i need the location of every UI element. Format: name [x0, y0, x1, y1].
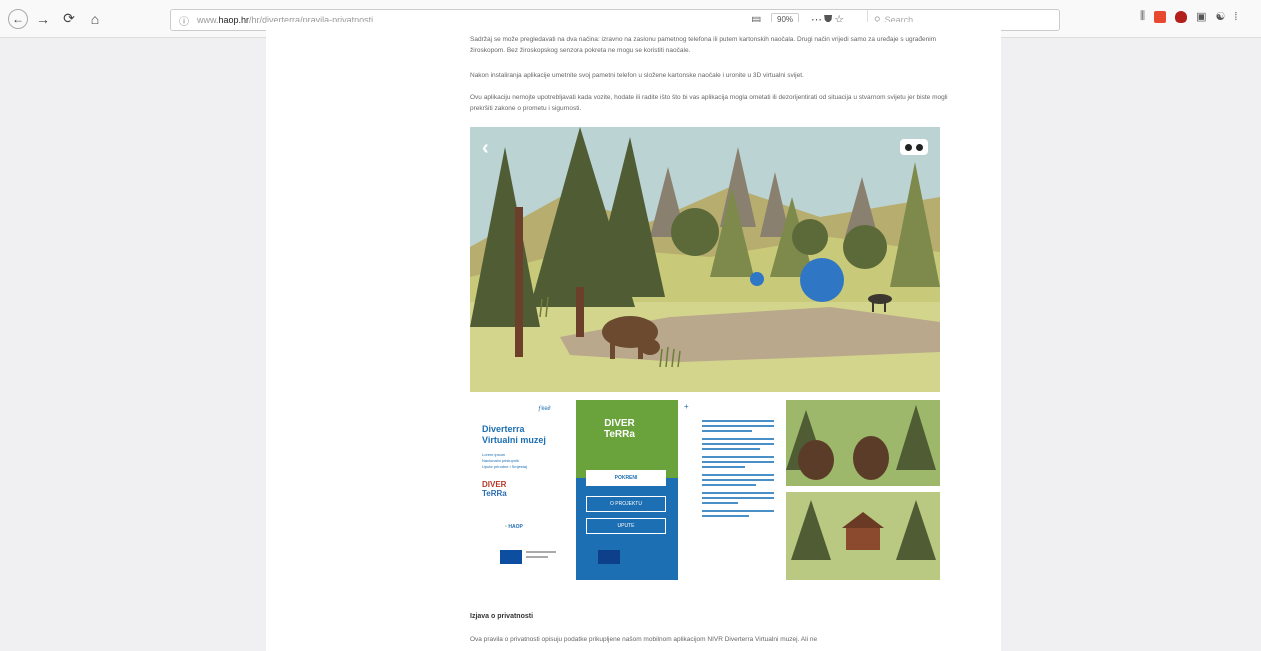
menu-icon[interactable]: ⁞ [1234, 11, 1237, 23]
logo-mark: ƒke∂ [538, 406, 551, 412]
sync-icon[interactable]: ☯ [1215, 10, 1225, 23]
help-button[interactable]: UPUTE [586, 518, 666, 534]
diverterra-logo: DIVER TeRRa [482, 480, 507, 498]
info-icon[interactable]: ⓘ [179, 13, 189, 28]
sidebar-icon[interactable]: ▣ [1196, 10, 1206, 23]
ublock-icon[interactable] [1175, 10, 1188, 23]
forward-icon[interactable]: → [32, 8, 54, 30]
library-icon[interactable]: ⫼ [1140, 10, 1145, 23]
eu-caption [526, 551, 556, 553]
about-button[interactable]: O PROJEKTU [586, 496, 666, 512]
mockup-card-instructions: + [682, 400, 780, 580]
instruction-text-lines [702, 420, 774, 517]
chevron-left-icon[interactable]: ‹ [482, 137, 489, 160]
app-mockups: ƒke∂ Diverterra Virtualni muzej Lorem ip… [470, 400, 940, 580]
start-button[interactable]: POKRENI [586, 470, 666, 486]
extension-icon[interactable] [1154, 10, 1167, 23]
back-icon[interactable]: ← [8, 8, 28, 29]
page-content: Sadržaj se može pregledavati na dva nači… [266, 22, 1001, 651]
paragraph: Nakon instaliranja aplikacije umetnite s… [470, 72, 804, 79]
vr-cardboard-icon[interactable] [900, 139, 928, 155]
eu-flag-icon [500, 550, 522, 564]
paragraph: Ovu aplikaciju nemojte upotrebljavati ka… [470, 94, 948, 112]
plus-icon[interactable]: + [684, 402, 689, 411]
mockup-screens [786, 400, 940, 580]
mockup-list: Lorem ipsum Nacionalni pristupnik Upute … [482, 452, 527, 469]
mockup-card-menu: DIVER TeRRa POKRENI O PROJEKTU UPUTE [576, 400, 678, 580]
mockup-card-info: ƒke∂ Diverterra Virtualni muzej Lorem ip… [478, 400, 572, 580]
paragraph: Ova pravila o privatnosti opisuju podatk… [470, 636, 818, 643]
vr-scene-image: ‹ [470, 127, 940, 392]
home-icon[interactable]: ⌂ [84, 8, 106, 30]
reload-icon[interactable]: ⟳ [58, 8, 80, 30]
eu-flag-icon [598, 550, 620, 564]
section-heading: Izjava o privatnosti [470, 613, 534, 620]
paragraph: Sadržaj se može pregledavati na dva nači… [470, 36, 937, 54]
mockup-title: Diverterra Virtualni muzej [482, 424, 546, 445]
haop-logo: ◔ HAOP [504, 524, 523, 530]
toolbar-right: ⫼ ▣ ☯ ⁞ [1140, 10, 1237, 23]
diverterra-logo: DIVER TeRRa [604, 418, 635, 440]
eu-caption-line [526, 556, 548, 558]
